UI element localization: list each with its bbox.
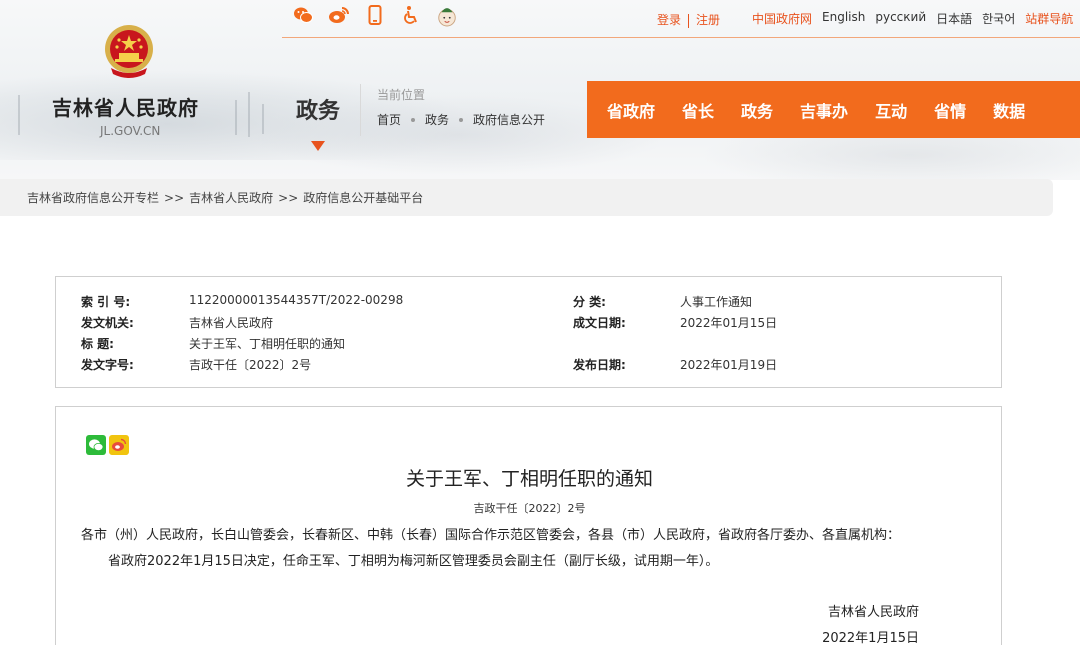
link-russian[interactable]: русский xyxy=(875,10,926,27)
article-body: 省政府2022年1月15日决定，任命王军、丁相明为梅河新区管理委员会副主任（副厅… xyxy=(108,554,719,569)
article-doc-number: 吉政干任〔2022〕2号 xyxy=(473,502,586,515)
breadcrumb-separator: >> xyxy=(164,190,185,205)
accessibility-icon[interactable] xyxy=(400,4,422,26)
meta-issuer-label: 发文机关: xyxy=(81,316,134,330)
meta-category-value: 人事工作通知 xyxy=(680,295,753,309)
nav-item-provincial-gov[interactable]: 省政府 xyxy=(607,98,655,122)
meta-title-value: 关于王军、丁相明任职的通知 xyxy=(189,337,346,351)
meta-issuer-value: 吉林省人民政府 xyxy=(189,316,274,330)
link-japanese[interactable]: 日本語 xyxy=(936,10,972,27)
location-home-link[interactable]: 首页 xyxy=(377,111,401,128)
link-english[interactable]: English xyxy=(822,10,865,27)
mobile-icon[interactable] xyxy=(364,4,386,26)
nav-item-governor[interactable]: 省长 xyxy=(682,98,714,122)
section-arrow-icon xyxy=(311,141,325,151)
login-link[interactable]: 登录 xyxy=(657,13,681,27)
top-utility-bar: 登录 注册 中国政府网 English русский 日本語 한국어 站群导航 xyxy=(282,0,1080,38)
site-name[interactable]: 吉林省人民政府 xyxy=(52,92,199,121)
location-info-link[interactable]: 政府信息公开 xyxy=(473,111,545,128)
breadcrumb-item[interactable]: 政府信息公开基础平台 xyxy=(303,189,423,206)
meta-date-published-value: 2022年01月19日 xyxy=(680,358,778,372)
share-buttons xyxy=(86,435,129,455)
nav-item-interaction[interactable]: 互动 xyxy=(875,98,907,122)
meta-date-written-value: 2022年01月15日 xyxy=(680,316,778,330)
article-title: 关于王军、丁相明任职的通知 xyxy=(405,468,653,490)
weibo-share-icon[interactable] xyxy=(109,435,129,455)
document-metadata: 索 引 号: 11220000013544357T/2022-00298 分 类… xyxy=(55,276,1002,388)
link-korean[interactable]: 한국어 xyxy=(982,10,1015,27)
breadcrumb-separator: >> xyxy=(278,190,299,205)
location-zhengwu-link[interactable]: 政务 xyxy=(425,111,449,128)
meta-category-label: 分 类: xyxy=(573,295,606,309)
nav-item-zhengwu[interactable]: 政务 xyxy=(741,98,773,122)
weibo-icon[interactable] xyxy=(328,4,350,26)
breadcrumb-item[interactable]: 吉林省政府信息公开专栏 xyxy=(27,189,159,206)
nav-item-data[interactable]: 数据 xyxy=(993,98,1025,122)
meta-index-label: 索 引 号: xyxy=(81,295,131,309)
meta-index-value: 11220000013544357T/2022-00298 xyxy=(189,293,404,307)
top-icon-group xyxy=(292,4,458,27)
site-domain: JL.GOV.CN xyxy=(100,124,161,138)
nav-item-jishiban[interactable]: 吉事办 xyxy=(800,98,848,122)
meta-date-published-label: 发布日期: xyxy=(573,358,626,372)
article-signature-date: 2022年1月15日 xyxy=(822,631,919,645)
article-signature-org: 吉林省人民政府 xyxy=(827,605,919,620)
meta-title-label: 标 题: xyxy=(81,337,114,351)
meta-date-written-label: 成文日期: xyxy=(573,316,626,330)
register-link[interactable]: 注册 xyxy=(696,13,720,27)
link-china-gov[interactable]: 中国政府网 xyxy=(752,10,812,27)
meta-docno-value: 吉政干任〔2022〕2号 xyxy=(189,358,312,372)
location-path: 首页 政务 政府信息公开 xyxy=(377,111,545,128)
article-recipients: 各市（州）人民政府，长白山管委会，长春新区、中韩（长春）国际合作示范区管委会，各… xyxy=(81,528,901,543)
section-title: 政务 xyxy=(296,99,341,124)
national-emblem-icon[interactable] xyxy=(101,22,157,84)
breadcrumb: 吉林省政府信息公开专栏 >> 吉林省人民政府 >> 政府信息公开基础平台 xyxy=(0,179,1053,216)
wechat-share-icon[interactable] xyxy=(86,435,106,455)
main-nav: 省政府 省长 政务 吉事办 互动 省情 数据 xyxy=(587,81,1080,138)
breadcrumb-item[interactable]: 吉林省人民政府 xyxy=(189,189,273,206)
header-divider xyxy=(360,84,361,136)
nav-item-province-info[interactable]: 省情 xyxy=(934,98,966,122)
meta-docno-label: 发文字号: xyxy=(81,358,134,372)
language-links: 中国政府网 English русский 日本語 한국어 站群导航 xyxy=(752,10,1073,27)
link-site-navigation[interactable]: 站群导航 xyxy=(1025,10,1073,27)
location-dot xyxy=(411,117,416,122)
mascot-icon[interactable] xyxy=(436,4,458,27)
location-label: 当前位置 xyxy=(377,88,426,102)
location-dot xyxy=(459,117,464,122)
wechat-icon[interactable] xyxy=(292,4,314,26)
article-container: 关于王军、丁相明任职的通知 吉政干任〔2022〕2号 各市（州）人民政府，长白山… xyxy=(55,406,1002,645)
auth-links: 登录 注册 xyxy=(657,11,720,28)
